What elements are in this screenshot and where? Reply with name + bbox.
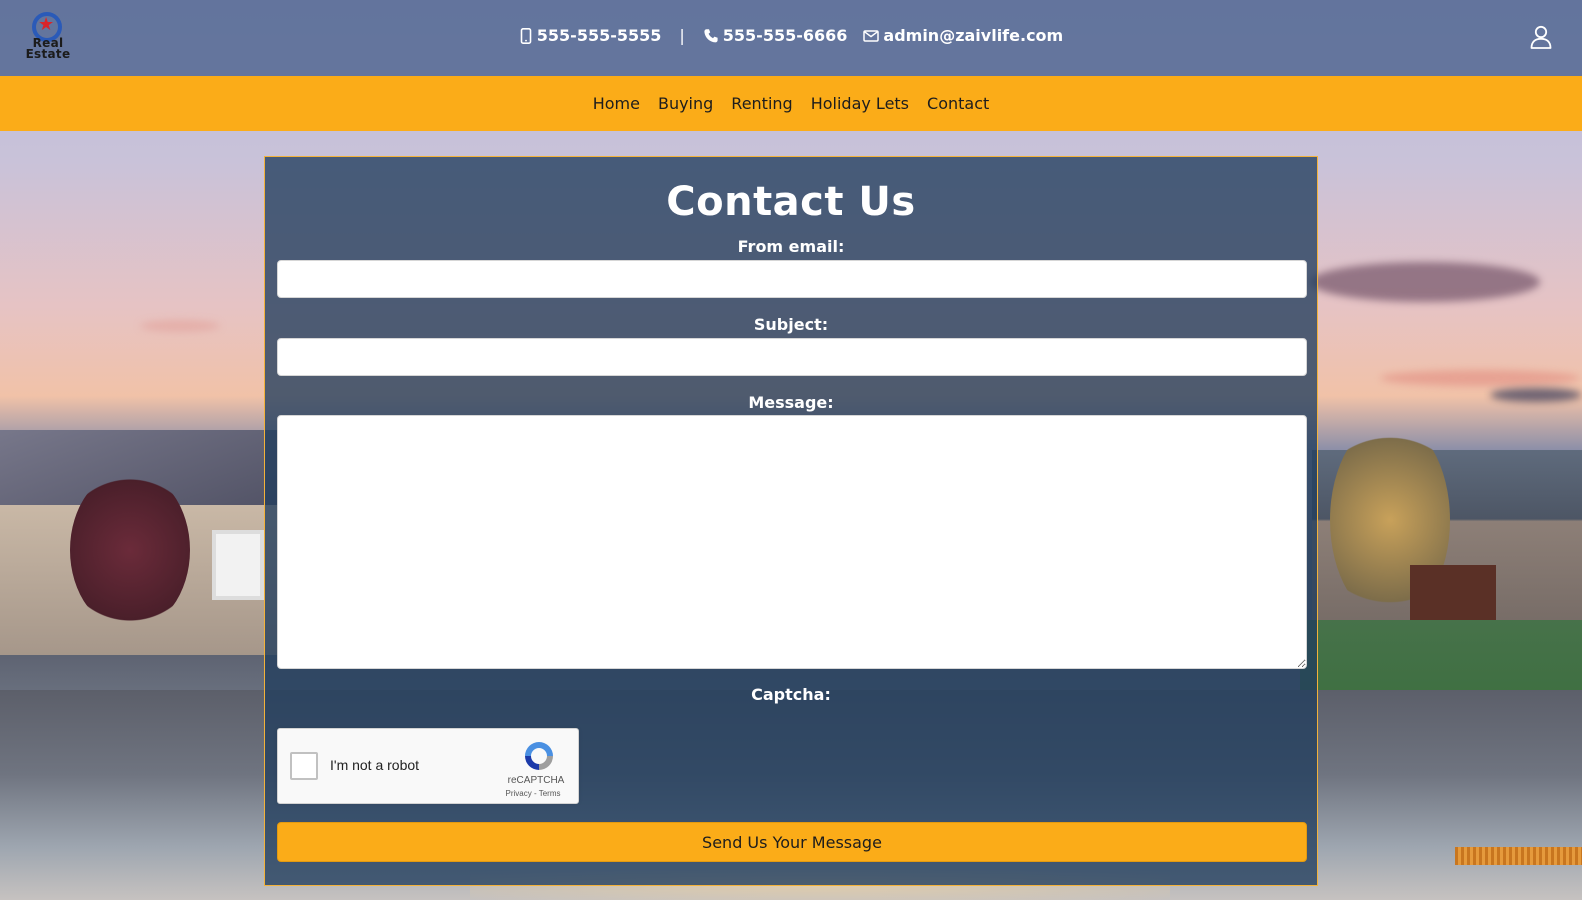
nav-buying[interactable]: Buying	[657, 94, 714, 113]
background-window	[212, 530, 264, 600]
email-address: admin@zaivlife.com	[883, 26, 1064, 45]
send-message-button[interactable]: Send Us Your Message	[277, 822, 1307, 862]
recaptcha-label: I'm not a robot	[330, 757, 420, 773]
message-label: Message:	[748, 393, 834, 412]
subject-label: Subject:	[753, 315, 829, 334]
user-icon[interactable]	[1530, 25, 1552, 49]
recaptcha-links: Privacy - Terms	[498, 789, 568, 798]
nav-contact[interactable]: Contact	[926, 94, 990, 113]
recaptcha-terms-link[interactable]: Terms	[539, 789, 561, 798]
nav-home[interactable]: Home	[592, 94, 641, 113]
logo-text-line2: Estate	[25, 47, 71, 61]
envelope-icon	[863, 29, 880, 42]
recaptcha-logo-icon	[525, 742, 553, 770]
recaptcha-brand: reCAPTCHA	[507, 775, 565, 786]
phone-icon	[704, 28, 718, 42]
contact-form-card: Contact Us From email: Subject: Message:…	[264, 156, 1318, 886]
recaptcha-links-dash: -	[531, 789, 539, 798]
mobile-phone-link[interactable]: 555-555-5555	[519, 26, 662, 45]
background-cloud	[1490, 388, 1582, 402]
captcha-label: Captcha:	[751, 685, 831, 704]
from-email-field[interactable]	[277, 260, 1307, 298]
mobile-phone-icon	[520, 27, 532, 44]
page-title: Contact Us	[666, 179, 916, 225]
background-tree	[70, 470, 190, 630]
background-cloud	[1310, 262, 1540, 302]
background-cloud	[1380, 370, 1580, 386]
top-bar: ★ Real Estate 555-555-5555 | 555-555-666…	[0, 0, 1582, 76]
subject-field[interactable]	[277, 338, 1307, 376]
email-link[interactable]: admin@zaivlife.com	[863, 26, 1063, 45]
background-drain	[1455, 847, 1582, 865]
main-nav: Home Buying Renting Holiday Lets Contact	[0, 76, 1582, 131]
recaptcha-privacy-link[interactable]: Privacy	[506, 789, 532, 798]
background-cloud	[140, 320, 220, 332]
recaptcha-checkbox[interactable]	[290, 752, 318, 780]
contact-strip: 555-555-5555 | 555-555-6666 admin@zaivli…	[0, 26, 1582, 45]
phone-number: 555-555-6666	[722, 26, 848, 45]
nav-renting[interactable]: Renting	[730, 94, 793, 113]
message-field[interactable]	[277, 415, 1307, 669]
recaptcha-widget: I'm not a robot reCAPTCHA Privacy - Term…	[277, 728, 579, 804]
nav-holiday-lets[interactable]: Holiday Lets	[810, 94, 910, 113]
phone-link[interactable]: 555-555-6666	[703, 26, 848, 45]
mobile-phone-number: 555-555-5555	[536, 26, 662, 45]
contact-separator: |	[679, 26, 685, 45]
from-email-label: From email:	[737, 237, 845, 256]
